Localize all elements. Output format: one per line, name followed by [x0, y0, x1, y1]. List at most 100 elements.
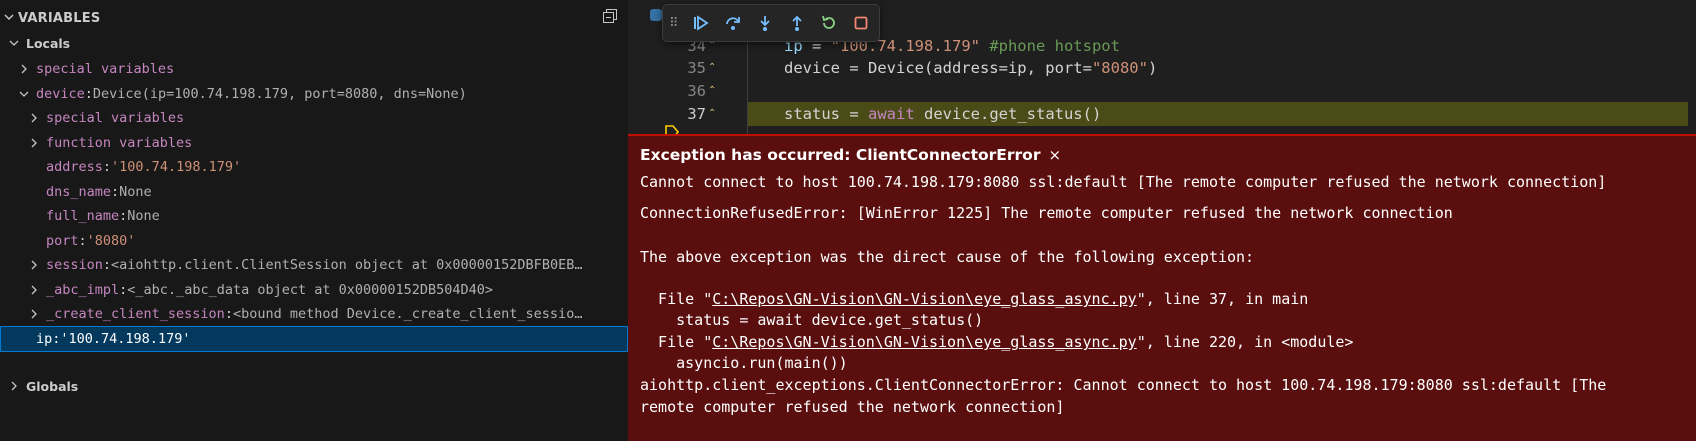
variable-value: <_abc._abc_data object at 0x00000152DB50…	[127, 281, 494, 298]
variable-name: _abc_impl	[46, 281, 120, 298]
step-into-button[interactable]	[749, 9, 781, 37]
variable-name: full_name	[46, 208, 120, 224]
exception-cause: ConnectionRefusedError: [WinError 1225] …	[640, 204, 1453, 222]
chevron-down-icon[interactable]	[18, 89, 30, 99]
chevron-right-icon[interactable]	[28, 113, 40, 123]
name-separator: :	[119, 208, 128, 224]
exception-message: Cannot connect to host 100.74.198.179:80…	[640, 173, 1607, 191]
variable-value: <bound method Device._create_client_sess…	[232, 306, 583, 322]
name-separator: :	[119, 281, 128, 298]
warning-squiggle-icon: ⌃	[708, 62, 717, 73]
name-separator: :	[78, 232, 87, 249]
chevron-down-icon[interactable]	[2, 12, 16, 25]
code-line[interactable]: 36 ⌃	[628, 79, 1696, 103]
variable-row[interactable]: port: '8080'	[0, 228, 628, 254]
variable-row[interactable]: function variables	[0, 130, 628, 156]
variable-name: ip	[36, 330, 53, 347]
scope-locals[interactable]: Locals	[0, 30, 628, 56]
warning-squiggle-icon: ⌃	[708, 85, 717, 96]
variable-name: special variables	[46, 110, 185, 126]
variable-row[interactable]: special variables	[0, 56, 628, 82]
name-separator: :	[102, 159, 112, 175]
variable-row[interactable]: ip: '100.74.198.179'	[0, 325, 628, 352]
variable-row[interactable]: full_name: None	[0, 203, 628, 229]
traceback-file-line: File "C:\Repos\GN-Vision\GN-Vision\eye_g…	[640, 333, 1354, 351]
chevron-right-icon[interactable]	[28, 309, 40, 319]
variable-value: None	[127, 208, 160, 224]
variable-name: _create_client_session	[46, 306, 225, 322]
variable-row[interactable]: address: '100.74.198.179'	[0, 154, 628, 180]
scope-label: Locals	[26, 35, 71, 51]
exception-widget: Exception has occurred: ClientConnectorE…	[628, 134, 1696, 441]
code-line[interactable]: 35 ⌃ device = Device(address=ip, port="8…	[628, 56, 1696, 80]
variable-row[interactable]: _abc_impl: <_abc._abc_data object at 0x0…	[0, 277, 628, 303]
line-number: 35	[687, 59, 706, 77]
collapse-all-icon[interactable]	[602, 8, 618, 24]
variable-value: '100.74.198.179'	[111, 159, 242, 175]
restart-icon	[822, 15, 835, 29]
step-over-button[interactable]	[717, 9, 749, 37]
variable-name: port	[46, 232, 79, 249]
variable-name: session	[46, 257, 103, 273]
exception-title-bar: Exception has occurred: ClientConnectorE…	[640, 146, 1061, 164]
continue-icon	[694, 15, 709, 31]
close-icon[interactable]: ×	[1048, 146, 1061, 164]
variable-row[interactable]: device: Device(ip=100.74.198.179, port=8…	[0, 81, 628, 107]
variable-value: <aiohttp.client.ClientSession object at …	[111, 257, 583, 273]
name-separator: :	[102, 257, 112, 273]
traceback-file-line: File "C:\Repos\GN-Vision\GN-Vision\eye_g…	[640, 290, 1309, 308]
chevron-right-icon[interactable]	[28, 285, 40, 295]
restart-button[interactable]	[813, 9, 845, 37]
step-out-button[interactable]	[781, 9, 813, 37]
traceback-code-line: status = await device.get_status()	[640, 311, 984, 329]
variables-panel: VARIABLES Locals special variables device…	[0, 0, 628, 441]
scope-label: Globals	[26, 378, 79, 394]
variable-value: '8080'	[86, 232, 136, 249]
chevron-right-icon[interactable]	[18, 64, 30, 74]
chevron-right-icon[interactable]	[8, 381, 20, 391]
step-into-icon	[760, 16, 770, 31]
warning-squiggle-icon: ⌃	[708, 108, 717, 119]
stop-button[interactable]	[845, 9, 877, 37]
continue-button[interactable]	[685, 9, 717, 37]
variable-value: '100.74.198.179'	[60, 330, 191, 347]
variable-row[interactable]: session: <aiohttp.client.ClientSession o…	[0, 252, 628, 278]
name-separator: :	[84, 85, 93, 102]
traceback-file-link[interactable]: C:\Repos\GN-Vision\GN-Vision\eye_glass_a…	[712, 333, 1136, 351]
variable-name: dns_name	[46, 183, 112, 200]
current-statement-arrow-icon	[634, 106, 679, 139]
variable-value: None	[119, 183, 152, 200]
step-over-icon	[726, 17, 740, 30]
variable-row[interactable]: special variables	[0, 105, 628, 131]
traceback-file-link[interactable]: C:\Repos\GN-Vision\GN-Vision\eye_glass_a…	[712, 290, 1136, 308]
stop-icon	[854, 16, 868, 30]
code-text: device = Device(address=ip, port="8080")	[784, 59, 1158, 77]
drag-handle-icon[interactable]: ⠿	[669, 16, 685, 31]
name-separator: :	[52, 330, 61, 347]
step-out-icon	[792, 15, 802, 31]
variable-row[interactable]: dns_name: None	[0, 179, 628, 205]
chevron-right-icon[interactable]	[28, 260, 40, 270]
line-number: 36	[687, 82, 706, 100]
debug-toolbar: ⠿	[662, 4, 880, 42]
exception-chain-note: The above exception was the direct cause…	[640, 248, 1255, 266]
chevron-down-icon[interactable]	[8, 38, 20, 48]
variable-name: address	[46, 159, 103, 175]
exception-final-line: remote computer refused the network conn…	[640, 398, 1065, 416]
python-file-icon	[650, 9, 662, 21]
variable-name: device	[36, 85, 85, 102]
code-editor[interactable]: 34 ⌃ ip = "100.74.198.179" #phone hotspo…	[628, 0, 1696, 441]
exception-title: Exception has occurred: ClientConnectorE…	[640, 146, 1041, 164]
line-number: 37	[687, 105, 706, 123]
name-separator: :	[111, 183, 120, 200]
traceback-code-line: asyncio.run(main())	[640, 354, 848, 372]
name-separator: :	[224, 306, 233, 322]
scope-globals[interactable]: Globals	[0, 373, 628, 399]
current-line[interactable]: 37 ⌃ status = await device.get_status()	[628, 102, 1696, 139]
variable-name: special variables	[36, 61, 175, 77]
variable-row[interactable]: _create_client_session: <bound method De…	[0, 301, 628, 327]
chevron-right-icon[interactable]	[28, 138, 40, 148]
exception-final-line: aiohttp.client_exceptions.ClientConnecto…	[640, 376, 1607, 394]
code-text: status = await device.get_status()	[784, 105, 1102, 123]
variable-value: Device(ip=100.74.198.179, port=8080, dns…	[92, 85, 467, 102]
